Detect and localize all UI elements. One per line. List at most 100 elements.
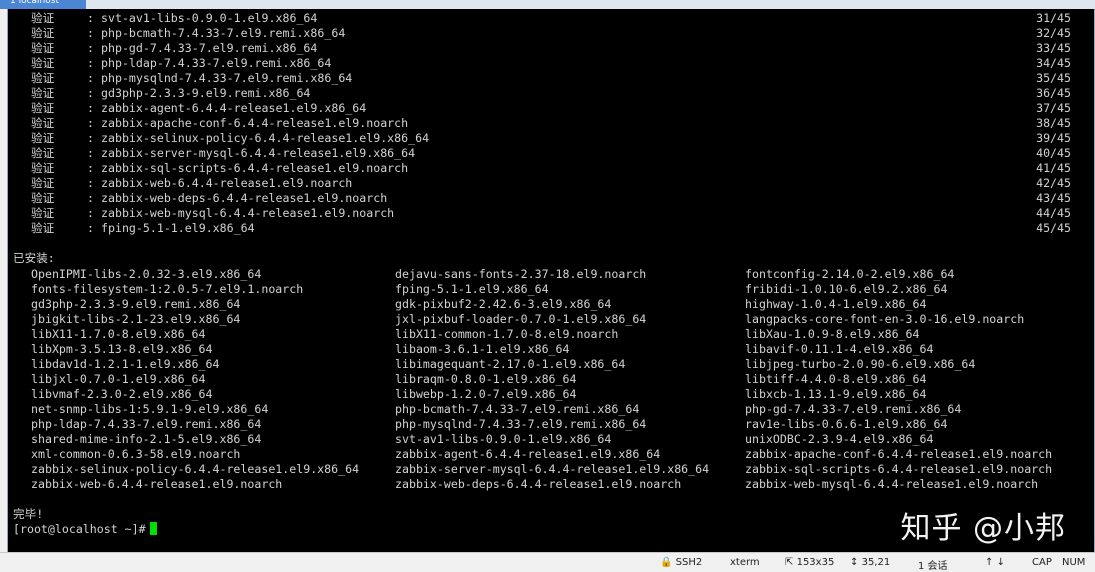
verify-row: 验证: php-mysqlnd-7.4.33-7.el9.remi.x86_64 3…: [13, 71, 1083, 86]
verify-colon: :: [87, 56, 94, 70]
verify-count: 35/45: [1036, 71, 1071, 85]
verify-colon: :: [87, 86, 94, 100]
verify-count: 38/45: [1036, 116, 1071, 130]
installed-package: xml-common-0.6.3-58.el9.noarch: [31, 447, 241, 461]
verify-colon: :: [87, 26, 94, 40]
arrow-buttons[interactable]: ↑ ↓: [985, 557, 1005, 568]
verify-count: 44/45: [1036, 206, 1071, 220]
installed-package: php-bcmath-7.4.33-7.el9.remi.x86_64: [395, 402, 640, 416]
installed-package: zabbix-server-mysql-6.4.4-release1.el9.x…: [395, 462, 710, 476]
verify-colon: :: [87, 131, 94, 145]
installed-row: gd3php-2.3.3-9.el9.remi.x86_64 gdk-pixbuf…: [13, 297, 1083, 312]
verify-label: 验证: [31, 221, 55, 235]
installed-package: libXpm-3.5.13-8.el9.x86_64: [31, 342, 213, 356]
installed-package: zabbix-apache-conf-6.4.4-release1.el9.no…: [745, 447, 1053, 461]
installed-package: net-snmp-libs-1:5.9.1-9.el9.x86_64: [31, 402, 269, 416]
installed-row: jbigkit-libs-2.1-23.el9.x86_64 jxl-pixbuf…: [13, 312, 1083, 327]
verify-label: 验证: [31, 146, 55, 160]
size-icon: ⇱: [785, 557, 794, 568]
verify-row: 验证: php-gd-7.4.33-7.el9.remi.x86_64 33/45: [13, 41, 1083, 56]
verify-row: 验证: zabbix-web-mysql-6.4.4-release1.el9.n…: [13, 206, 1083, 221]
installed-package: highway-1.0.4-1.el9.x86_64: [745, 297, 927, 311]
verify-package: fping-5.1-1.el9.x86_64: [101, 221, 255, 235]
arrow-down-icon[interactable]: ↓: [997, 557, 1005, 568]
verify-label: 验证: [31, 116, 55, 130]
verify-count: 33/45: [1036, 41, 1071, 55]
installed-row: libX11-1.7.0-8.el9.x86_64 libX11-common-1…: [13, 327, 1083, 342]
installed-row: xml-common-0.6.3-58.el9.noarch zabbix-age…: [13, 447, 1083, 462]
verify-label: 验证: [31, 131, 55, 145]
terminal-window[interactable]: 验证: svt-av1-libs-0.9.0-1.el9.x86_64 31/45 验…: [7, 9, 1095, 552]
verify-colon: :: [87, 221, 94, 235]
verify-count: 41/45: [1036, 161, 1071, 175]
verify-row: 验证: svt-av1-libs-0.9.0-1.el9.x86_64 31/45: [13, 11, 1083, 26]
session-tab[interactable]: 1 localhost: [0, 0, 86, 9]
size-label: 153x35: [796, 557, 835, 568]
installed-package: libX11-1.7.0-8.el9.x86_64: [31, 327, 206, 341]
installed-package: OpenIPMI-libs-2.0.32-3.el9.x86_64: [31, 267, 262, 281]
verify-row: 验证: zabbix-server-mysql-6.4.4-release1.el…: [13, 146, 1083, 161]
verify-count: 34/45: [1036, 56, 1071, 70]
verify-row: 验证: zabbix-agent-6.4.4-release1.el9.x86_6…: [13, 101, 1083, 116]
verify-count: 42/45: [1036, 176, 1071, 190]
verify-package: zabbix-apache-conf-6.4.4-release1.el9.no…: [101, 116, 409, 130]
verify-package: svt-av1-libs-0.9.0-1.el9.x86_64: [101, 11, 318, 25]
terminal-size: ⇱ 153x35: [785, 557, 834, 568]
installed-package: fontconfig-2.14.0-2.el9.x86_64: [745, 267, 955, 281]
installed-package: jbigkit-libs-2.1-23.el9.x86_64: [31, 312, 241, 326]
verify-label: 验证: [31, 86, 55, 100]
installed-row: fonts-filesystem-1:2.0.5-7.el9.1.noarch f…: [13, 282, 1083, 297]
verify-package: zabbix-web-6.4.4-release1.el9.noarch: [101, 176, 353, 190]
verify-label: 验证: [31, 41, 55, 55]
terminal-cursor: [149, 522, 157, 535]
protocol-label: SSH2: [675, 557, 703, 568]
installed-package: unixODBC-2.3.9-4.el9.x86_64: [745, 432, 934, 446]
cursor-position: ↕ 35,21: [850, 557, 890, 568]
status-bar: 🔒 SSH2 xterm ⇱ 153x35 ↕ 35,21 1 会话 ↑ ↓ C…: [0, 552, 1095, 572]
installed-package: rav1e-libs-0.6.6-1.el9.x86_64: [745, 417, 948, 431]
installed-package: gd3php-2.3.3-9.el9.remi.x86_64: [31, 297, 241, 311]
verify-package: zabbix-sql-scripts-6.4.4-release1.el9.no…: [101, 161, 409, 175]
verify-package: zabbix-server-mysql-6.4.4-release1.el9.x…: [101, 146, 416, 160]
installed-package: libimagequant-2.17.0-1.el9.x86_64: [395, 357, 626, 371]
installed-package: zabbix-sql-scripts-6.4.4-release1.el9.no…: [745, 462, 1053, 476]
command-prompt-line[interactable]: [root@localhost ~]#: [13, 522, 157, 537]
done-message: 完毕!: [13, 507, 44, 521]
verify-label: 验证: [31, 11, 55, 25]
verify-package: php-bcmath-7.4.33-7.el9.remi.x86_64: [101, 26, 346, 40]
verify-row: 验证: zabbix-selinux-policy-6.4.4-release1.…: [13, 131, 1083, 146]
verify-colon: :: [87, 71, 94, 85]
installed-row: libjxl-0.7.0-1.el9.x86_64 libraqm-0.8.0-1…: [13, 372, 1083, 387]
installed-row: net-snmp-libs-1:5.9.1-9.el9.x86_64 php-bc…: [13, 402, 1083, 417]
verify-count: 40/45: [1036, 146, 1071, 160]
verify-count: 37/45: [1036, 101, 1071, 115]
verify-colon: :: [87, 101, 94, 115]
installed-package: libjxl-0.7.0-1.el9.x86_64: [31, 372, 206, 386]
arrow-up-icon[interactable]: ↑: [985, 557, 993, 568]
installed-package: zabbix-web-deps-6.4.4-release1.el9.noarc…: [395, 477, 682, 491]
verify-colon: :: [87, 176, 94, 190]
verify-label: 验证: [31, 26, 55, 40]
ssh-status: 🔒 SSH2: [660, 557, 702, 568]
installed-package: zabbix-selinux-policy-6.4.4-release1.el9…: [31, 462, 360, 476]
verify-count: 43/45: [1036, 191, 1071, 205]
installed-package: libvmaf-2.3.0-2.el9.x86_64: [31, 387, 213, 401]
installed-package: langpacks-core-font-en-3.0-16.el9.noarch: [745, 312, 1025, 326]
installed-row: zabbix-web-6.4.4-release1.el9.noarch zabb…: [13, 477, 1083, 492]
verify-label: 验证: [31, 206, 55, 220]
verify-label: 验证: [31, 71, 55, 85]
installed-package: libxcb-1.13.1-9.el9.x86_64: [745, 387, 927, 401]
verify-row: 验证: gd3php-2.3.3-9.el9.remi.x86_64 36/45: [13, 86, 1083, 101]
verify-label: 验证: [31, 101, 55, 115]
verify-count: 45/45: [1036, 221, 1071, 235]
verify-label: 验证: [31, 191, 55, 205]
installed-package: libavif-0.11.1-4.el9.x86_64: [745, 342, 934, 356]
installed-package: libdav1d-1.2.1-1.el9.x86_64: [31, 357, 220, 371]
lock-icon: 🔒: [660, 557, 673, 568]
terminal-type: xterm: [730, 557, 760, 568]
installed-row: libXpm-3.5.13-8.el9.x86_64 libaom-3.6.1-1…: [13, 342, 1083, 357]
verify-label: 验证: [31, 56, 55, 70]
installed-package: shared-mime-info-2.1-5.el9.x86_64: [31, 432, 262, 446]
verify-colon: :: [87, 116, 94, 130]
verify-row: 验证: zabbix-web-deps-6.4.4-release1.el9.no…: [13, 191, 1083, 206]
